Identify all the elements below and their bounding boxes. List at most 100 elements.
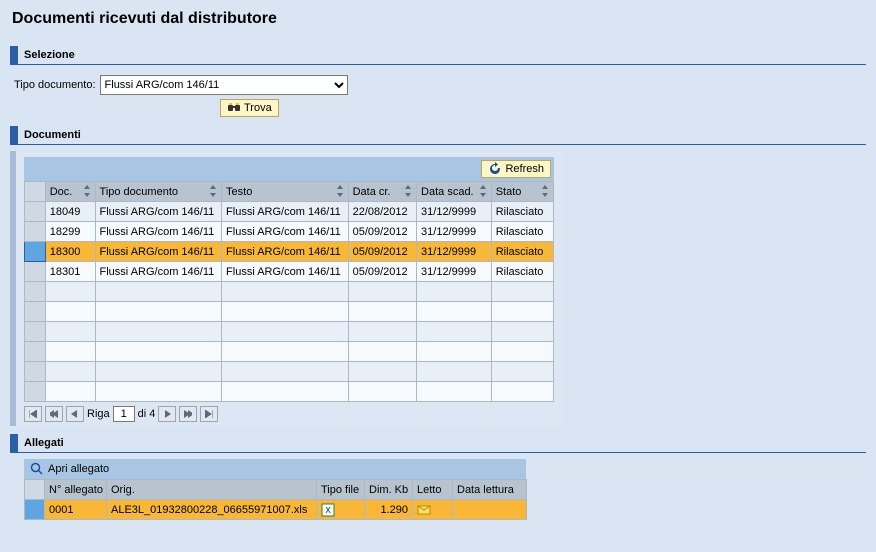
documents-panel-title: Documenti: [18, 129, 81, 141]
col-data-lettura[interactable]: Data lettura: [453, 480, 527, 500]
cell-empty: [348, 282, 416, 302]
cell-data_cr: 05/09/2012: [348, 242, 416, 262]
cell-tipo-file: X: [317, 500, 365, 520]
attachments-toolbar: Apri allegato: [24, 459, 526, 479]
pager-last-button[interactable]: [200, 406, 218, 422]
cell-data-lettura: [453, 500, 527, 520]
cell-empty: [45, 342, 95, 362]
cell-empty: [45, 382, 95, 402]
panel-accent-bar: [10, 46, 18, 64]
table-row-empty: [25, 382, 554, 402]
cell-empty: [348, 302, 416, 322]
col-orig[interactable]: Orig.: [107, 480, 317, 500]
cell-empty: [222, 302, 349, 322]
col-data-cr[interactable]: Data cr.: [348, 182, 416, 202]
sort-icon[interactable]: [403, 185, 413, 197]
cell-data_cr: 22/08/2012: [348, 202, 416, 222]
cell-empty: [491, 362, 553, 382]
table-row[interactable]: 18301Flussi ARG/com 146/11Flussi ARG/com…: [25, 262, 554, 282]
cell-empty: [417, 362, 492, 382]
cell-empty: [491, 322, 553, 342]
cell-empty: [348, 382, 416, 402]
cell-empty: [417, 302, 492, 322]
cell-empty: [417, 342, 492, 362]
table-row-empty: [25, 282, 554, 302]
col-tipo-file[interactable]: Tipo file: [317, 480, 365, 500]
table-row[interactable]: 18049Flussi ARG/com 146/11Flussi ARG/com…: [25, 202, 554, 222]
cell-empty: [491, 282, 553, 302]
trova-button[interactable]: Trova: [220, 99, 279, 117]
attachments-panel-header: Allegati: [10, 434, 866, 452]
row-selector[interactable]: [25, 382, 46, 402]
col-tipo[interactable]: Tipo documento: [95, 182, 222, 202]
row-selector[interactable]: [25, 242, 46, 262]
table-row[interactable]: 0001ALE3L_01932800228_06655971007.xlsX1.…: [25, 500, 527, 520]
cell-empty: [491, 342, 553, 362]
cell-empty: [491, 302, 553, 322]
cell-doc: 18049: [45, 202, 95, 222]
refresh-button[interactable]: Refresh: [481, 160, 551, 178]
cell-empty: [95, 302, 222, 322]
documents-panel-header: Documenti: [10, 126, 866, 144]
panel-accent-bar: [10, 434, 18, 452]
col-testo[interactable]: Testo: [222, 182, 349, 202]
row-selector[interactable]: [25, 202, 46, 222]
pager-first-button[interactable]: [24, 406, 42, 422]
tipo-documento-label: Tipo documento:: [14, 79, 96, 91]
pager-next-button[interactable]: [158, 406, 176, 422]
panel-accent-bar: [10, 126, 18, 144]
col-n-allegato[interactable]: N° allegato: [45, 480, 107, 500]
cell-stato: Rilasciato: [491, 222, 553, 242]
pager-label-prefix: Riga: [87, 408, 110, 420]
cell-letto: [413, 500, 453, 520]
pager-current-input[interactable]: [113, 406, 135, 422]
sort-icon[interactable]: [208, 185, 218, 197]
row-selector[interactable]: [25, 342, 46, 362]
cell-empty: [45, 322, 95, 342]
row-selector[interactable]: [25, 302, 46, 322]
cell-empty: [95, 362, 222, 382]
row-selector[interactable]: [25, 322, 46, 342]
cell-n: 0001: [45, 500, 107, 520]
sort-icon[interactable]: [478, 185, 488, 197]
table-row[interactable]: 18300Flussi ARG/com 146/11Flussi ARG/com…: [25, 242, 554, 262]
cell-empty: [348, 362, 416, 382]
cell-testo: Flussi ARG/com 146/11: [222, 242, 349, 262]
row-selector[interactable]: [25, 262, 46, 282]
cell-data_scad: 31/12/9999: [417, 222, 492, 242]
sort-icon[interactable]: [540, 185, 550, 197]
cell-empty: [222, 382, 349, 402]
cell-empty: [95, 342, 222, 362]
pager-nextpage-button[interactable]: [179, 406, 197, 422]
col-letto[interactable]: Letto: [413, 480, 453, 500]
cell-doc: 18300: [45, 242, 95, 262]
col-dim-kb[interactable]: Dim. Kb: [365, 480, 413, 500]
cell-testo: Flussi ARG/com 146/11: [222, 222, 349, 242]
cell-data_cr: 05/09/2012: [348, 262, 416, 282]
pager: Riga di 4: [24, 402, 554, 422]
table-row-empty: [25, 362, 554, 382]
sort-icon[interactable]: [335, 185, 345, 197]
selection-panel-header: Selezione: [10, 46, 866, 64]
cell-empty: [491, 382, 553, 402]
xls-icon: X: [321, 503, 360, 517]
table-row[interactable]: 18299Flussi ARG/com 146/11Flussi ARG/com…: [25, 222, 554, 242]
cell-empty: [95, 322, 222, 342]
open-attachment-button[interactable]: Apri allegato: [48, 463, 109, 475]
row-selector[interactable]: [25, 500, 45, 520]
cell-empty: [417, 322, 492, 342]
mail-icon: [417, 503, 448, 517]
cell-empty: [45, 302, 95, 322]
col-stato[interactable]: Stato: [491, 182, 553, 202]
tipo-documento-select[interactable]: Flussi ARG/com 146/11: [100, 75, 348, 95]
row-selector[interactable]: [25, 222, 46, 242]
row-selector-header: [25, 182, 46, 202]
col-doc[interactable]: Doc.: [45, 182, 95, 202]
col-data-scad[interactable]: Data scad.: [417, 182, 492, 202]
row-selector[interactable]: [25, 362, 46, 382]
row-selector[interactable]: [25, 282, 46, 302]
pager-prevpage-button[interactable]: [45, 406, 63, 422]
pager-prev-button[interactable]: [66, 406, 84, 422]
cell-testo: Flussi ARG/com 146/11: [222, 202, 349, 222]
sort-icon[interactable]: [82, 185, 92, 197]
